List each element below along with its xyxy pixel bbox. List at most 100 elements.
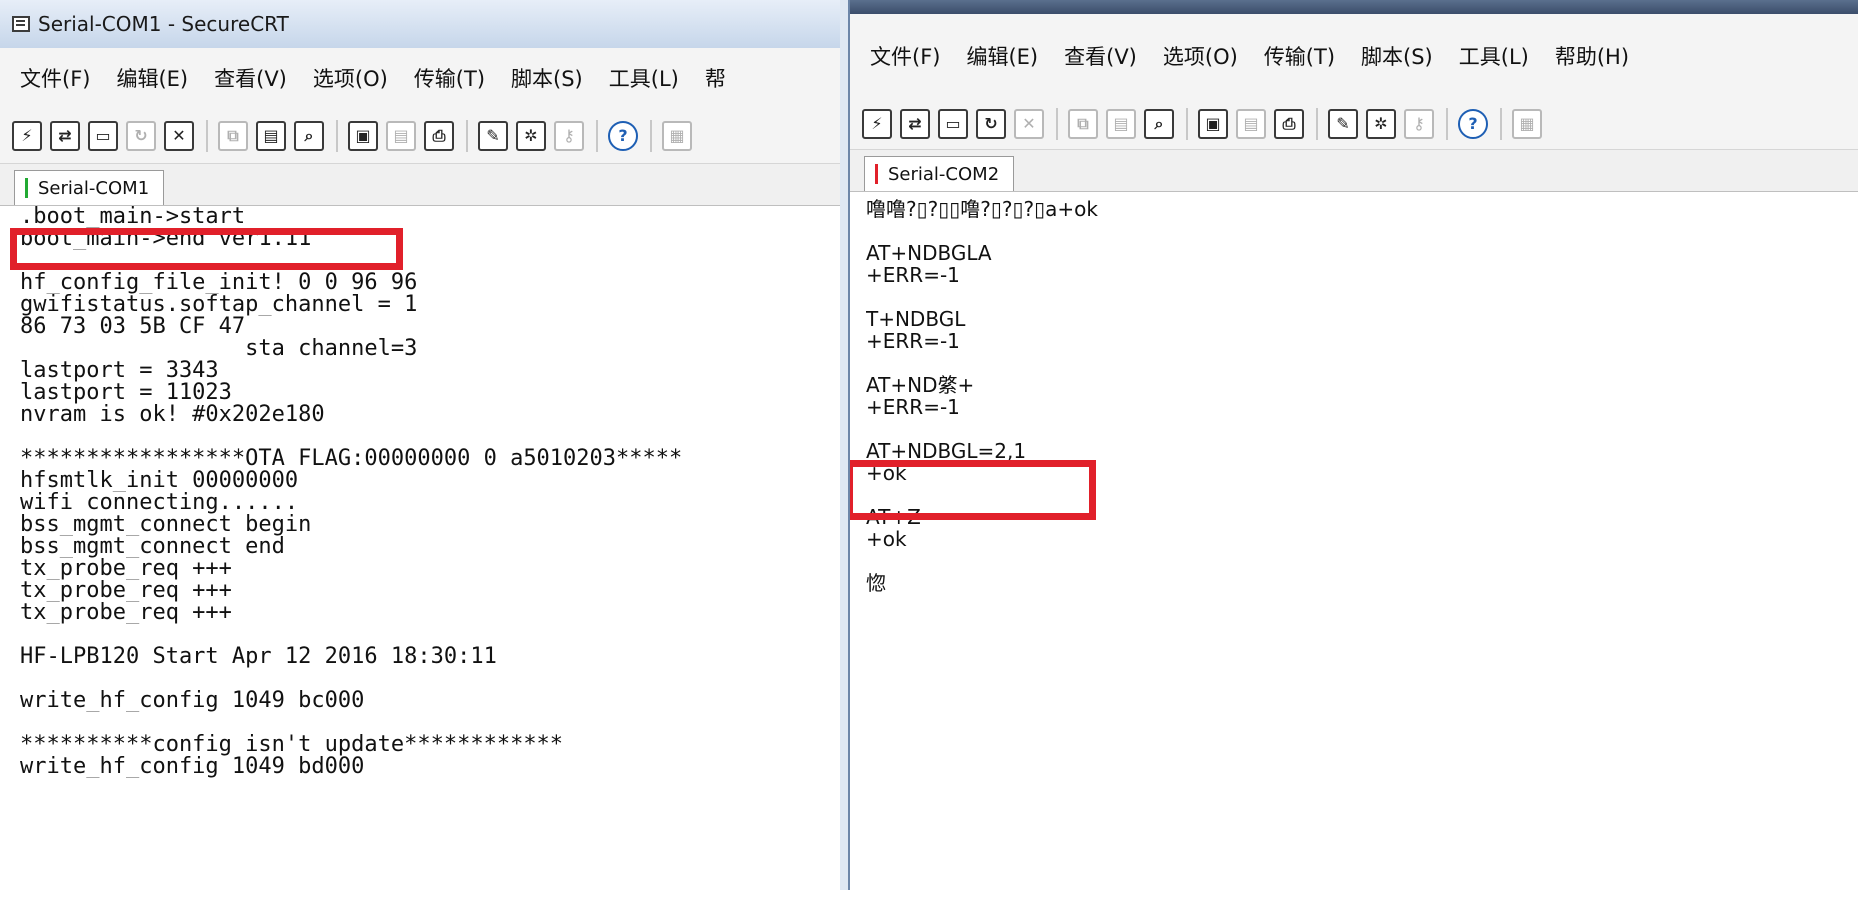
menu-help[interactable]: 帮: [705, 63, 726, 93]
tab-serial-com1[interactable]: Serial-COM1: [14, 170, 165, 205]
terminal-line: sta channel=3: [20, 338, 418, 360]
terminal-line: 噜噜?▯?▯▯噜?▯?▯?▯a+ok: [866, 198, 1098, 220]
toolbar-divider: [1186, 107, 1188, 140]
menu-transfer[interactable]: 传输(T): [414, 63, 485, 93]
print-icon[interactable]: ▤: [386, 120, 416, 151]
menu-bar: 文件(F) 编辑(E) 查看(V) 选项(O) 传输(T) 脚本(S) 工具(L…: [0, 48, 840, 108]
disconnect-icon[interactable]: ✕: [1014, 108, 1044, 139]
print-icon[interactable]: ▤: [1236, 108, 1266, 139]
terminal-line: +ok: [866, 528, 907, 550]
copy-icon[interactable]: ⧉: [1068, 108, 1098, 139]
window-icon[interactable]: ▦: [1512, 108, 1542, 139]
desktop-background: [0, 890, 1858, 921]
securecrt-window-com1: Serial-COM1 - SecureCRT 文件(F) 编辑(E) 查看(V…: [0, 0, 841, 890]
menu-options[interactable]: 选项(O): [313, 63, 388, 93]
terminal-line: +ok: [866, 462, 907, 484]
terminal-output[interactable]: 噜噜?▯?▯▯噜?▯?▯?▯a+ok AT+NDBGLA +ERR=-1 T+NDBG…: [850, 192, 1858, 882]
toolbar-divider: [206, 119, 208, 152]
tab-label: Serial-COM1: [38, 177, 150, 199]
disconnect-icon[interactable]: ✕: [164, 120, 194, 151]
terminal-line: boot_main->end ver1.11: [20, 228, 312, 250]
title-bar[interactable]: [850, 0, 1858, 14]
terminal-line: nvram is ok! #0x202e180: [20, 404, 325, 426]
print-setup-icon[interactable]: ▣: [348, 120, 378, 151]
menu-script[interactable]: 脚本(S): [1361, 41, 1433, 71]
window-gap: [840, 0, 848, 890]
terminal-line: write_hf_config 1049 bd000: [20, 756, 365, 778]
toolbar-divider: [466, 119, 468, 152]
menu-edit[interactable]: 编辑(E): [116, 63, 188, 93]
toolbar-divider: [1500, 107, 1502, 140]
terminal-line: bss_mgmt_connect begin: [20, 514, 312, 536]
terminal-line: +ERR=-1: [866, 396, 960, 418]
printer-icon[interactable]: ⎙: [1274, 108, 1304, 139]
tab-serial-com2[interactable]: Serial-COM2: [864, 156, 1015, 191]
toolbar: ⚡ ⇄ ▭ ↻ ✕ ⧉ ▤ ⌕ ▣ ▤ ⎙ ✎ ✲ ⚷ ? ▦: [850, 98, 1858, 150]
menu-tools[interactable]: 工具(L): [609, 63, 679, 93]
reconnect-icon[interactable]: ↻: [126, 120, 156, 151]
terminal-line: tx_probe_req +++: [20, 558, 232, 580]
find-icon[interactable]: ⌕: [294, 120, 324, 151]
connected-indicator: [25, 178, 28, 198]
disconnected-indicator: [875, 164, 878, 184]
terminal-line: T+NDBGL: [866, 308, 966, 330]
paste-icon[interactable]: ▤: [1106, 108, 1136, 139]
connect-tab-icon[interactable]: ▭: [88, 120, 118, 151]
menu-view[interactable]: 查看(V): [1064, 41, 1137, 71]
connect-tab-icon[interactable]: ▭: [938, 108, 968, 139]
toolbar-divider: [1056, 107, 1058, 140]
window-title: Serial-COM1 - SecureCRT: [38, 12, 289, 36]
settings-icon[interactable]: ✲: [516, 120, 546, 151]
terminal-line: 86 73 03 5B CF 47: [20, 316, 246, 338]
keymap-icon[interactable]: ⚷: [554, 120, 584, 151]
app-icon: [12, 16, 30, 32]
terminal-line: hfsmtlk_init 00000000: [20, 470, 299, 492]
help-icon[interactable]: ?: [608, 120, 638, 151]
menu-edit[interactable]: 编辑(E): [966, 41, 1038, 71]
printer-icon[interactable]: ⎙: [424, 120, 454, 151]
menu-help[interactable]: 帮助(H): [1555, 41, 1629, 71]
connect-icon[interactable]: ⚡: [12, 120, 42, 151]
title-bar[interactable]: Serial-COM1 - SecureCRT: [0, 0, 840, 48]
terminal-line: hf_config_file_init! 0 0 96 96: [20, 272, 418, 294]
reconnect-icon[interactable]: ↻: [976, 108, 1006, 139]
connect-icon[interactable]: ⚡: [862, 108, 892, 139]
terminal-line: **********config isn't update***********…: [20, 734, 564, 756]
paste-icon[interactable]: ▤: [256, 120, 286, 151]
keymap-icon[interactable]: ⚷: [1404, 108, 1434, 139]
terminal-line: 惚: [866, 572, 886, 594]
terminal-line: AT+NDBGL=2,1: [866, 440, 1027, 462]
menu-options[interactable]: 选项(O): [1163, 41, 1238, 71]
session-options-icon[interactable]: ✎: [478, 120, 508, 151]
session-options-icon[interactable]: ✎: [1328, 108, 1358, 139]
tab-label: Serial-COM2: [888, 163, 1000, 185]
menu-transfer[interactable]: 传输(T): [1264, 41, 1335, 71]
toolbar-divider: [336, 119, 338, 152]
terminal-line: gwifistatus.softap_channel = 1: [20, 294, 418, 316]
terminal-line: +ERR=-1: [866, 264, 960, 286]
terminal-output[interactable]: .boot_main->start boot_main->end ver1.11 h…: [0, 206, 840, 886]
menu-view[interactable]: 查看(V): [214, 63, 287, 93]
menu-file[interactable]: 文件(F): [20, 63, 90, 93]
find-icon[interactable]: ⌕: [1144, 108, 1174, 139]
terminal-line: lastport = 11023: [20, 382, 232, 404]
menu-tools[interactable]: 工具(L): [1459, 41, 1529, 71]
print-setup-icon[interactable]: ▣: [1198, 108, 1228, 139]
quick-connect-icon[interactable]: ⇄: [900, 108, 930, 139]
menu-file[interactable]: 文件(F): [870, 41, 940, 71]
terminal-line: AT+ND綮+: [866, 374, 975, 396]
quick-connect-icon[interactable]: ⇄: [50, 120, 80, 151]
terminal-line: lastport = 3343: [20, 360, 219, 382]
menu-script[interactable]: 脚本(S): [511, 63, 583, 93]
copy-icon[interactable]: ⧉: [218, 120, 248, 151]
help-icon[interactable]: ?: [1458, 108, 1488, 139]
window-icon[interactable]: ▦: [662, 120, 692, 151]
settings-icon[interactable]: ✲: [1366, 108, 1396, 139]
